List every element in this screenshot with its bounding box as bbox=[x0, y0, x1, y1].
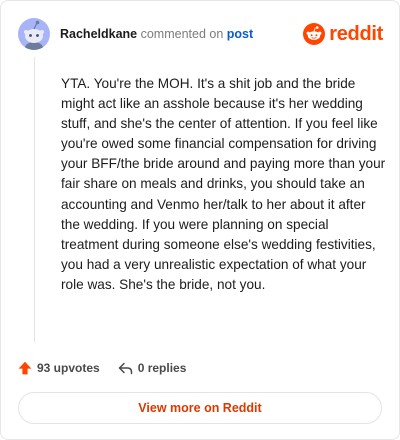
snoo-avatar-icon bbox=[24, 20, 44, 50]
comment-header: Racheldkane commented on post reddit bbox=[18, 18, 383, 50]
comment-footer: 93 upvotes 0 replies bbox=[18, 358, 186, 378]
post-link[interactable]: post bbox=[227, 27, 253, 41]
view-more-on-reddit-button[interactable]: View more on Reddit bbox=[18, 392, 382, 424]
thread-line bbox=[34, 57, 35, 342]
upvote-arrow-icon bbox=[18, 361, 32, 375]
commented-on-text: commented on bbox=[137, 27, 227, 41]
reddit-wordmark: reddit bbox=[329, 22, 383, 45]
replies-stat[interactable]: 0 replies bbox=[118, 361, 187, 375]
upvotes-stat[interactable]: 93 upvotes bbox=[18, 361, 100, 375]
comment-meta: Racheldkane commented on post bbox=[60, 27, 253, 41]
reply-arrow-icon bbox=[118, 362, 132, 375]
reddit-logo-icon bbox=[303, 23, 326, 45]
comment-body: YTA. You're the MOH. It's a shit job and… bbox=[61, 76, 386, 292]
username[interactable]: Racheldkane bbox=[60, 27, 137, 41]
upvotes-count: 93 upvotes bbox=[37, 361, 100, 375]
reddit-brand[interactable]: reddit bbox=[303, 23, 383, 46]
comment-embed-card: Racheldkane commented on post reddit YTA… bbox=[0, 0, 400, 440]
replies-count: 0 replies bbox=[137, 361, 187, 375]
avatar[interactable] bbox=[18, 18, 50, 50]
